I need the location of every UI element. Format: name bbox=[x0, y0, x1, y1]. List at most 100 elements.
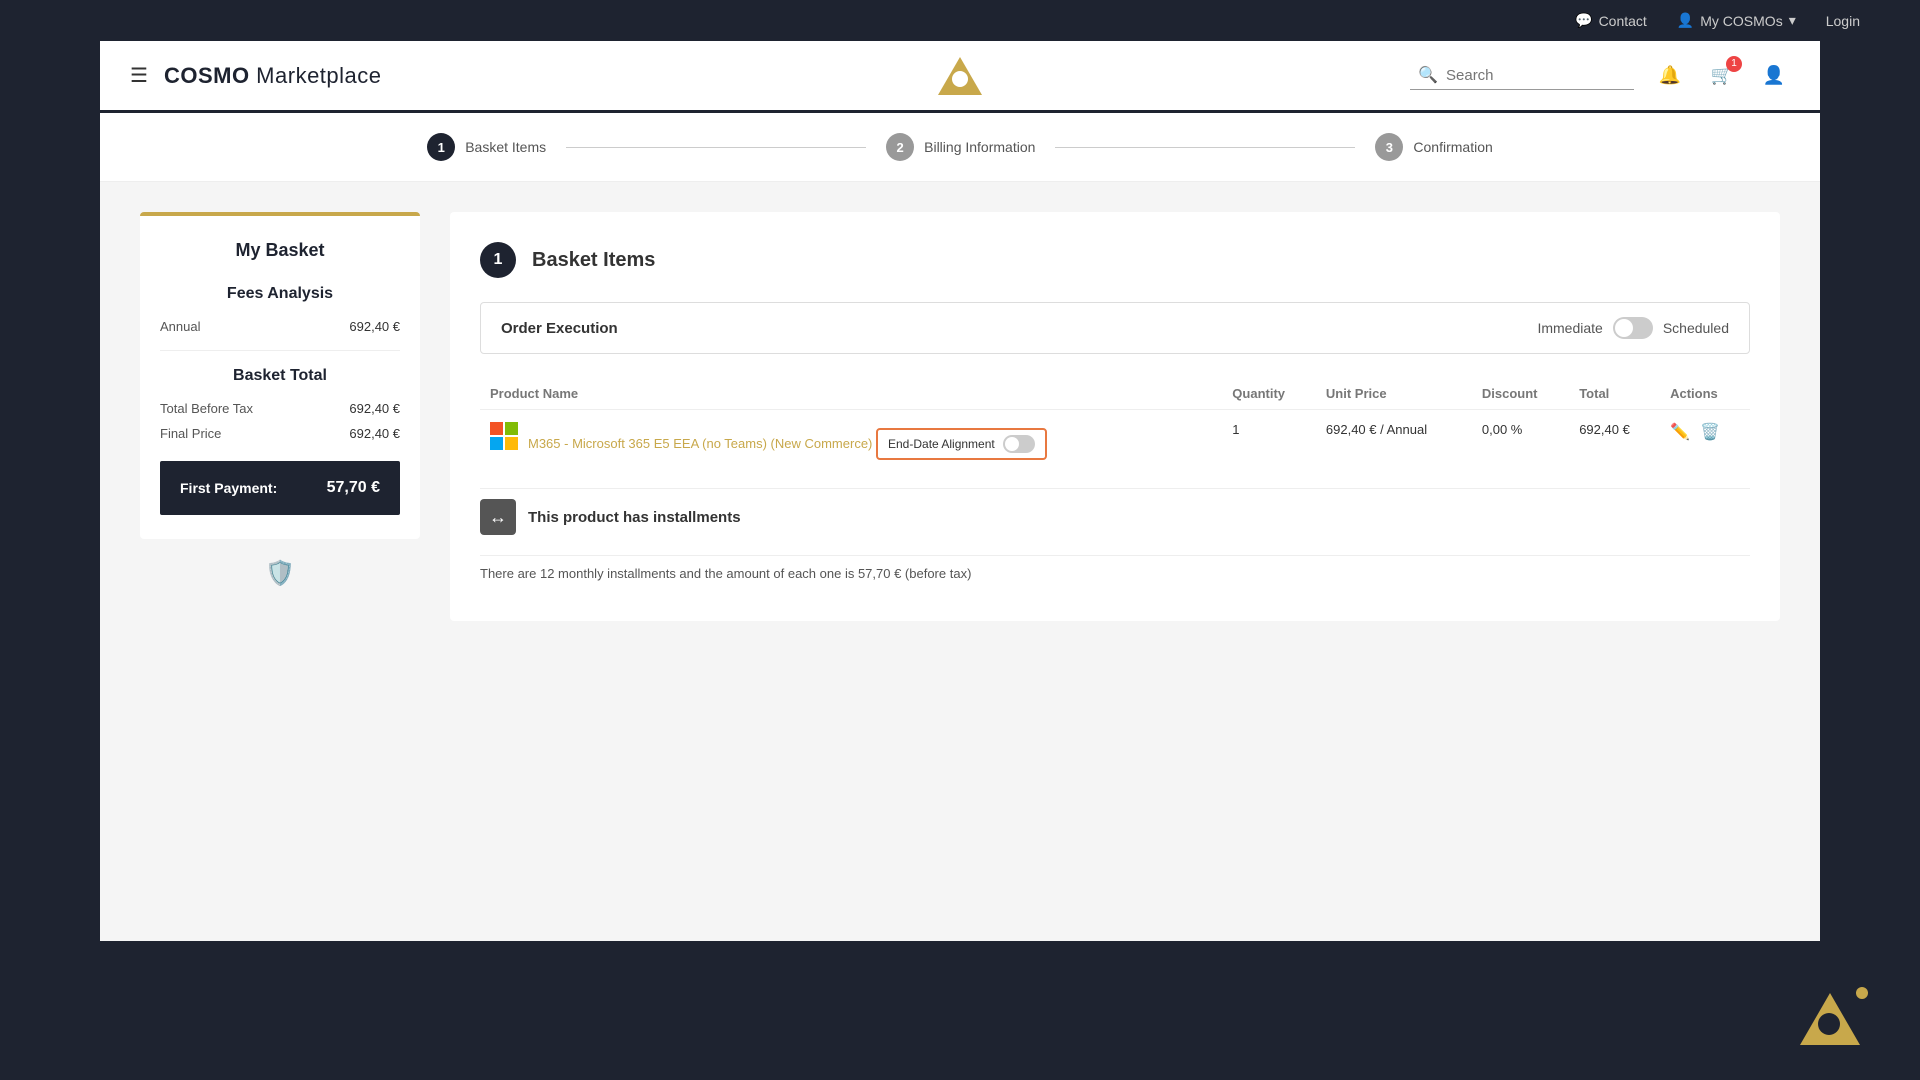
total-before-tax-row: Total Before Tax 692,40 € bbox=[160, 401, 400, 416]
first-payment-value: 57,70 € bbox=[327, 479, 380, 497]
cart-badge: 1 bbox=[1726, 56, 1742, 72]
step-1-circle: 1 bbox=[427, 133, 455, 161]
col-total: Total bbox=[1569, 378, 1660, 410]
end-date-label: End-Date Alignment bbox=[888, 437, 995, 451]
order-execution-toggle-area: Immediate Scheduled bbox=[1537, 317, 1729, 339]
main-container: ☰ COSMO Marketplace 🔍 🔔 🛒 1 👤 bbox=[100, 41, 1820, 941]
basket-total-title: Basket Total bbox=[160, 367, 400, 385]
unit-price-cell: 692,40 € / Annual bbox=[1316, 410, 1472, 473]
installments-row: ↔ This product has installments bbox=[480, 488, 1750, 545]
step-confirmation[interactable]: 3 Confirmation bbox=[1375, 133, 1492, 161]
search-input[interactable] bbox=[1446, 67, 1626, 84]
product-table: Product Name Quantity Unit Price Discoun… bbox=[480, 378, 1750, 472]
step-connector-2 bbox=[1055, 147, 1355, 148]
col-quantity: Quantity bbox=[1222, 378, 1316, 410]
col-unit-price: Unit Price bbox=[1316, 378, 1472, 410]
my-basket-title: My Basket bbox=[160, 240, 400, 261]
total-cell: 692,40 € bbox=[1569, 410, 1660, 473]
installments-label: This product has installments bbox=[528, 509, 741, 526]
ms-yellow bbox=[505, 437, 518, 450]
shield-icon-wrap: 🛡️ bbox=[140, 559, 420, 588]
step-connector-1 bbox=[566, 147, 866, 148]
divider-1 bbox=[160, 350, 400, 351]
scheduled-label: Scheduled bbox=[1663, 320, 1729, 336]
chat-icon: 💬 bbox=[1575, 12, 1592, 29]
my-cosmos-link[interactable]: 👤 My COSMOs ▾ bbox=[1677, 12, 1796, 29]
fees-analysis-title: Fees Analysis bbox=[160, 285, 400, 303]
notification-button[interactable]: 🔔 bbox=[1654, 60, 1686, 92]
col-product-name: Product Name bbox=[480, 378, 1222, 410]
total-before-tax-label: Total Before Tax bbox=[160, 401, 253, 416]
product-cell: M365 - Microsoft 365 E5 EEA (no Teams) (… bbox=[480, 410, 1222, 473]
end-date-toggle[interactable] bbox=[1003, 435, 1035, 453]
contact-link[interactable]: 💬 Contact bbox=[1575, 12, 1647, 29]
total-before-tax-value: 692,40 € bbox=[349, 401, 400, 416]
final-price-value: 692,40 € bbox=[349, 426, 400, 441]
step-3-circle: 3 bbox=[1375, 133, 1403, 161]
account-button[interactable]: 👤 bbox=[1758, 60, 1790, 92]
top-navigation: 💬 Contact 👤 My COSMOs ▾ Login bbox=[0, 0, 1920, 41]
installments-description: There are 12 monthly installments and th… bbox=[480, 555, 1750, 591]
order-execution-bar: Order Execution Immediate Scheduled bbox=[480, 302, 1750, 354]
step-billing[interactable]: 2 Billing Information bbox=[886, 133, 1035, 161]
immediate-label: Immediate bbox=[1537, 320, 1602, 336]
annual-fee-row: Annual 692,40 € bbox=[160, 319, 400, 334]
hamburger-menu[interactable]: ☰ bbox=[130, 63, 148, 88]
my-basket-card: My Basket Fees Analysis Annual 692,40 € … bbox=[140, 212, 420, 539]
installments-symbol: ↔ bbox=[489, 507, 507, 528]
microsoft-logo bbox=[490, 422, 518, 450]
annual-label: Annual bbox=[160, 319, 200, 334]
chevron-down-icon: ▾ bbox=[1789, 12, 1796, 29]
first-payment-label: First Payment: bbox=[180, 480, 277, 496]
final-price-row: Final Price 692,40 € bbox=[160, 426, 400, 441]
product-name-link[interactable]: M365 - Microsoft 365 E5 EEA (no Teams) (… bbox=[528, 436, 872, 451]
step-2-label: Billing Information bbox=[924, 139, 1035, 155]
bell-icon: 🔔 bbox=[1659, 65, 1681, 86]
sidebar: My Basket Fees Analysis Annual 692,40 € … bbox=[140, 212, 420, 621]
step-3-label: Confirmation bbox=[1413, 139, 1492, 155]
logo-text: COSMO Marketplace bbox=[164, 63, 382, 89]
login-button[interactable]: Login bbox=[1826, 13, 1860, 29]
product-details: M365 - Microsoft 365 E5 EEA (no Teams) (… bbox=[528, 422, 1047, 460]
user-icon: 👤 bbox=[1677, 12, 1694, 29]
logo-icon bbox=[938, 57, 982, 95]
ms-red bbox=[490, 422, 503, 435]
discount-cell: 0,00 % bbox=[1472, 410, 1569, 473]
bottom-right-logo bbox=[1800, 993, 1860, 1050]
content-area: My Basket Fees Analysis Annual 692,40 € … bbox=[100, 182, 1820, 651]
section-title: Basket Items bbox=[532, 249, 655, 272]
logo-triangle bbox=[938, 57, 982, 95]
step-2-circle: 2 bbox=[886, 133, 914, 161]
checkout-steps: 1 Basket Items 2 Billing Information 3 C… bbox=[100, 113, 1820, 182]
actions-cell: ✏️ 🗑️ bbox=[1660, 410, 1750, 473]
quantity-cell: 1 bbox=[1222, 410, 1316, 473]
col-actions: Actions bbox=[1660, 378, 1750, 410]
main-section: 1 Basket Items Order Execution Immediate… bbox=[450, 212, 1780, 621]
delete-icon[interactable]: 🗑️ bbox=[1700, 422, 1720, 442]
edit-icon[interactable]: ✏️ bbox=[1670, 422, 1690, 442]
step-1-label: Basket Items bbox=[465, 139, 546, 155]
cart-button[interactable]: 🛒 1 bbox=[1706, 60, 1738, 92]
account-icon: 👤 bbox=[1763, 65, 1785, 86]
section-number: 1 bbox=[480, 242, 516, 278]
ms-green bbox=[505, 422, 518, 435]
header-right: 🔍 🔔 🛒 1 👤 bbox=[1410, 60, 1790, 92]
col-discount: Discount bbox=[1472, 378, 1569, 410]
ms-blue bbox=[490, 437, 503, 450]
search-icon: 🔍 bbox=[1418, 65, 1438, 85]
table-row: M365 - Microsoft 365 E5 EEA (no Teams) (… bbox=[480, 410, 1750, 473]
order-execution-toggle[interactable] bbox=[1613, 317, 1653, 339]
installments-icon: ↔ bbox=[480, 499, 516, 535]
bottom-logo-triangle bbox=[1800, 993, 1860, 1045]
step-basket-items[interactable]: 1 Basket Items bbox=[427, 133, 546, 161]
first-payment-bar: First Payment: 57,70 € bbox=[160, 461, 400, 515]
shield-icon: 🛡️ bbox=[265, 559, 295, 588]
section-heading: 1 Basket Items bbox=[480, 242, 1750, 278]
end-date-alignment-box: End-Date Alignment bbox=[876, 428, 1047, 460]
final-price-label: Final Price bbox=[160, 426, 221, 441]
search-box: 🔍 bbox=[1410, 61, 1634, 90]
order-execution-label: Order Execution bbox=[501, 320, 618, 337]
annual-value: 692,40 € bbox=[349, 319, 400, 334]
header: ☰ COSMO Marketplace 🔍 🔔 🛒 1 👤 bbox=[100, 41, 1820, 113]
bottom-logo-dot bbox=[1856, 987, 1868, 999]
